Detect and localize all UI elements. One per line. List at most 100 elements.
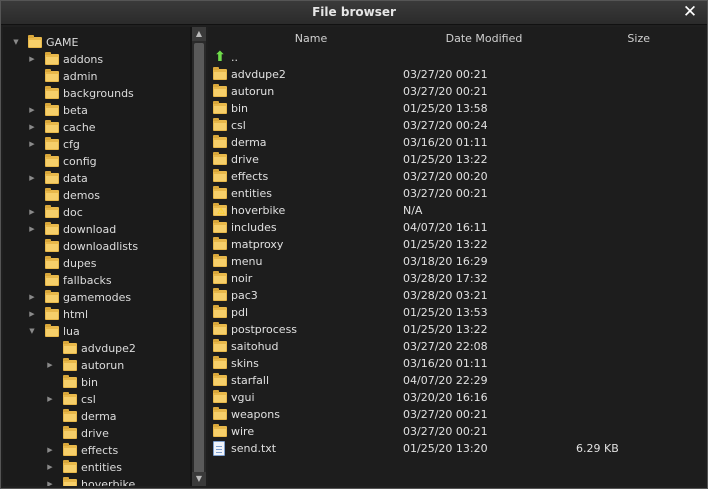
folder-icon	[45, 103, 59, 116]
tree-item-download[interactable]: ▶ download	[3, 221, 190, 238]
table-row[interactable]: saitohud 03/27/20 22:08	[208, 338, 705, 355]
file-name: csl	[231, 119, 246, 132]
folder-icon	[45, 307, 59, 320]
folder-icon	[63, 426, 77, 439]
table-row[interactable]: effects 03/27/20 00:20	[208, 168, 705, 185]
table-row[interactable]: skins 03/16/20 01:11	[208, 355, 705, 372]
tree-item-data[interactable]: ▶ data	[3, 170, 190, 187]
tree-item-addons[interactable]: ▶ addons	[3, 51, 190, 68]
tree-item-cache[interactable]: ▶ cache	[3, 119, 190, 136]
tree-item-effects[interactable]: ▶ effects	[3, 442, 190, 459]
close-icon[interactable]: ✕	[681, 3, 699, 21]
scrollbar-thumb[interactable]	[194, 43, 204, 481]
table-row[interactable]: bin 01/25/20 13:58	[208, 100, 705, 117]
folder-icon	[213, 169, 227, 182]
expand-arrow-icon[interactable]: ▶	[27, 170, 37, 187]
file-date-modified: 01/25/20 13:22	[403, 153, 488, 166]
table-row[interactable]: advdupe2 03/27/20 00:21	[208, 66, 705, 83]
file-date-modified: 04/07/20 16:11	[403, 221, 488, 234]
table-row[interactable]: ⚠ hoverbike N/A	[208, 202, 705, 219]
table-row[interactable]: weapons 03/27/20 00:21	[208, 406, 705, 423]
tree-item-demos[interactable]: demos	[3, 187, 190, 204]
expand-arrow-icon[interactable]: ▶	[27, 51, 37, 68]
tree-item-gamemodes[interactable]: ▶ gamemodes	[3, 289, 190, 306]
expand-arrow-icon[interactable]: ▶	[27, 136, 37, 153]
table-row[interactable]: csl 03/27/20 00:24	[208, 117, 705, 134]
expand-arrow-icon[interactable]: ▶	[27, 289, 37, 306]
expand-arrow-icon[interactable]: ▶	[27, 102, 37, 119]
folder-icon	[63, 392, 77, 405]
file-date-modified: 03/27/20 00:21	[403, 68, 488, 81]
tree-item-cfg[interactable]: ▶ cfg	[3, 136, 190, 153]
expand-arrow-icon[interactable]: ▶	[27, 221, 37, 238]
expand-arrow-icon[interactable]: ▶	[45, 476, 55, 486]
tree-item-admin[interactable]: admin	[3, 68, 190, 85]
expand-arrow-icon[interactable]: ▶	[45, 391, 55, 408]
file-date-modified: 03/27/20 00:24	[403, 119, 488, 132]
expand-arrow-icon[interactable]: ▶	[45, 459, 55, 476]
table-row[interactable]: matproxy 01/25/20 13:22	[208, 236, 705, 253]
tree-item-doc[interactable]: ▶ doc	[3, 204, 190, 221]
file-name: pdl	[231, 306, 249, 319]
tree-item-label: html	[63, 308, 89, 321]
table-row[interactable]: starfall 04/07/20 22:29	[208, 372, 705, 389]
table-row[interactable]: vgui 03/20/20 16:16	[208, 389, 705, 406]
tree-item-bin[interactable]: bin	[3, 374, 190, 391]
tree-item-backgrounds[interactable]: backgrounds	[3, 85, 190, 102]
warning-icon: ⚠	[217, 207, 226, 217]
folder-icon	[45, 52, 59, 65]
scroll-down-icon[interactable]: ▼	[192, 472, 206, 486]
tree-item-advdupe2[interactable]: advdupe2	[3, 340, 190, 357]
file-date-modified: N/A	[403, 204, 423, 217]
table-row[interactable]: send.txt 01/25/20 13:20 6.29 KB	[208, 440, 705, 457]
table-row[interactable]: menu 03/18/20 16:29	[208, 253, 705, 270]
folder-icon	[213, 186, 227, 199]
tree-item-root[interactable]: ▼ GAME	[3, 34, 190, 51]
table-row[interactable]: drive 01/25/20 13:22	[208, 151, 705, 168]
table-row[interactable]: pdl 01/25/20 13:53	[208, 304, 705, 321]
table-row[interactable]: derma 03/16/20 01:11	[208, 134, 705, 151]
tree-item-csl[interactable]: ▶ csl	[3, 391, 190, 408]
table-row[interactable]: pac3 03/28/20 03:21	[208, 287, 705, 304]
table-row[interactable]: postprocess 01/25/20 13:22	[208, 321, 705, 338]
expand-arrow-icon[interactable]: ▶	[27, 306, 37, 323]
folder-icon	[63, 341, 77, 354]
tree-item-config[interactable]: config	[3, 153, 190, 170]
tree-item-downloadlists[interactable]: downloadlists	[3, 238, 190, 255]
file-date-modified: 03/27/20 00:20	[403, 170, 488, 183]
tree-item-derma[interactable]: derma	[3, 408, 190, 425]
tree-item-autorun[interactable]: ▶ autorun	[3, 357, 190, 374]
column-size[interactable]: Size	[554, 32, 705, 45]
tree-item-dupes[interactable]: dupes	[3, 255, 190, 272]
parent-directory-row[interactable]: ⬆ ..	[208, 49, 705, 66]
collapse-arrow-icon[interactable]: ▼	[27, 323, 37, 340]
expand-arrow-icon[interactable]: ▶	[27, 204, 37, 221]
tree-item-label: gamemodes	[63, 291, 132, 304]
tree-item-html[interactable]: ▶ html	[3, 306, 190, 323]
tree-item-beta[interactable]: ▶ beta	[3, 102, 190, 119]
table-row[interactable]: wire 03/27/20 00:21	[208, 423, 705, 440]
title-bar[interactable]: File browser ✕	[1, 1, 707, 25]
table-row[interactable]: noir 03/28/20 17:32	[208, 270, 705, 287]
tree-item-hoverbike[interactable]: ▶ hoverbike	[3, 476, 190, 486]
tree-item-fallbacks[interactable]: fallbacks	[3, 272, 190, 289]
tree-item-drive[interactable]: drive	[3, 425, 190, 442]
scroll-up-icon[interactable]: ▲	[192, 27, 206, 41]
tree-item-lua[interactable]: ▼ lua	[3, 323, 190, 340]
tree-item-entities[interactable]: ▶ entities	[3, 459, 190, 476]
table-row[interactable]: entities 03/27/20 00:21	[208, 185, 705, 202]
table-row[interactable]: autorun 03/27/20 00:21	[208, 83, 705, 100]
expand-arrow-icon[interactable]: ▶	[27, 119, 37, 136]
tree-scrollbar[interactable]: ▲ ▼	[192, 27, 206, 486]
folder-icon	[45, 86, 59, 99]
collapse-arrow-icon[interactable]: ▼	[11, 34, 21, 51]
column-date-modified[interactable]: Date Modified	[414, 32, 554, 45]
table-row[interactable]: includes 04/07/20 16:11	[208, 219, 705, 236]
folder-icon	[213, 84, 227, 97]
file-list: Name Date Modified Size ⬆ .. advdupe2 03/…	[208, 27, 705, 486]
column-name[interactable]: Name	[208, 32, 414, 45]
tree-item-label: entities	[81, 461, 122, 474]
folder-icon	[45, 290, 59, 303]
expand-arrow-icon[interactable]: ▶	[45, 442, 55, 459]
expand-arrow-icon[interactable]: ▶	[45, 357, 55, 374]
